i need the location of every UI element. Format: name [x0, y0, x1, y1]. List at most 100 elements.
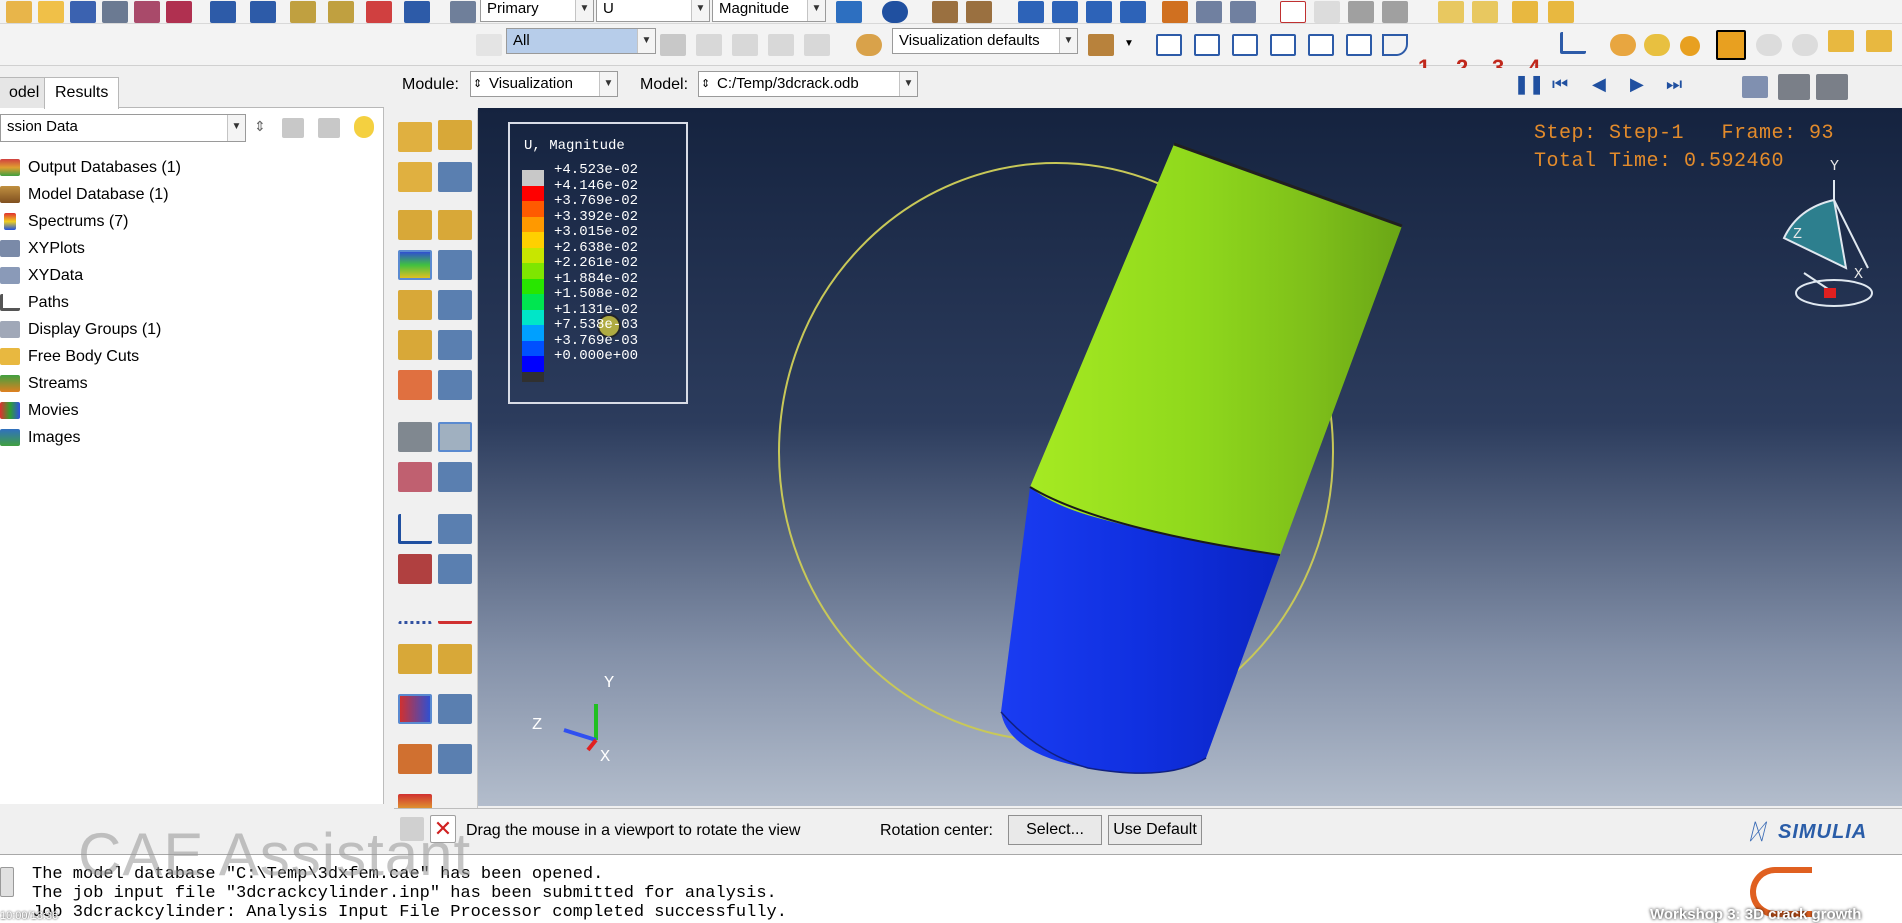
message-scroll-icon[interactable]: [0, 867, 14, 897]
tab-results[interactable]: Results: [44, 77, 120, 109]
replace-selection-icon[interactable]: [696, 34, 722, 56]
plot-both-icon[interactable]: [398, 162, 432, 192]
xy-manager-icon[interactable]: [438, 514, 472, 544]
box-view-icon[interactable]: [1438, 1, 1464, 23]
undo-icon[interactable]: [1756, 34, 1782, 56]
free-body-manager-icon[interactable]: [438, 744, 472, 774]
filter-tree-icon[interactable]: [318, 118, 340, 138]
material-orientation-icon[interactable]: [398, 330, 432, 360]
color-circle-icon[interactable]: [1680, 36, 1700, 56]
chevron-down-icon[interactable]: ▼: [807, 0, 825, 21]
view-top-icon[interactable]: [1270, 34, 1296, 56]
variable-combo[interactable]: U ▼: [596, 0, 710, 22]
chevron-down-icon[interactable]: ▼: [1124, 38, 1138, 52]
viewport-canvas[interactable]: [478, 108, 1902, 806]
chevron-down-icon[interactable]: ▼: [637, 29, 655, 53]
view-left-icon[interactable]: [1346, 34, 1372, 56]
last-frame-icon[interactable]: ⏭: [1666, 74, 1682, 95]
rotate-icon[interactable]: [250, 1, 276, 23]
report-options-icon[interactable]: [438, 554, 472, 584]
magnify-icon[interactable]: [290, 1, 316, 23]
new-icon[interactable]: [6, 1, 32, 23]
spinner-icon[interactable]: ⇕: [254, 118, 266, 135]
plot-contours-icon[interactable]: [398, 250, 432, 280]
query-2-icon[interactable]: [966, 1, 992, 23]
chevron-down-icon[interactable]: ▼: [599, 72, 617, 96]
layer-icon[interactable]: [1828, 30, 1854, 52]
viewport[interactable]: Z Y X Y Z X Step: Step-1 Frame: 93 Total…: [478, 108, 1902, 806]
box-selection-icon[interactable]: [732, 34, 758, 56]
box-view-4-icon[interactable]: [1548, 1, 1574, 23]
contour-options-icon[interactable]: [438, 250, 472, 280]
selection-options-icon[interactable]: [804, 34, 830, 56]
chevron-down-icon[interactable]: ▼: [227, 115, 245, 141]
display-group-manager-icon[interactable]: [438, 694, 472, 724]
contour-icon[interactable]: [398, 210, 432, 240]
pause-icon[interactable]: ❚❚: [1514, 74, 1544, 95]
plot-undeformed-icon[interactable]: [398, 122, 432, 152]
model-combo[interactable]: ⇕ C:/Temp/3dcrack.odb ▼: [698, 71, 918, 97]
auto-fit-icon[interactable]: [366, 1, 392, 23]
orientation-options-icon[interactable]: [438, 330, 472, 360]
triad-view-icon[interactable]: [1560, 32, 1586, 54]
view-bottom-icon[interactable]: [1308, 34, 1334, 56]
color-picker-icon[interactable]: [1716, 30, 1746, 60]
box-view-2-icon[interactable]: [1472, 1, 1498, 23]
boolean-intersect-icon[interactable]: [1644, 34, 1670, 56]
pointer-icon[interactable]: [1314, 1, 1340, 23]
view-right-icon[interactable]: [1382, 34, 1408, 56]
view-iso-icon[interactable]: [1156, 34, 1182, 56]
tab-model[interactable]: odel: [0, 77, 51, 108]
zoom-box-icon[interactable]: [328, 1, 354, 23]
grid-icon[interactable]: [1348, 1, 1374, 23]
cycle-icon[interactable]: [404, 1, 430, 23]
pan-icon[interactable]: [210, 1, 236, 23]
view-cut-icon[interactable]: [398, 644, 432, 674]
animate-time-icon[interactable]: [438, 422, 472, 452]
create-display-group-icon[interactable]: [398, 694, 432, 724]
visualization-defaults-combo[interactable]: Visualization defaults ▼: [892, 28, 1078, 54]
view-cut-2-icon[interactable]: [438, 644, 472, 674]
select-arrow-icon[interactable]: [476, 34, 502, 56]
info-icon[interactable]: [882, 1, 908, 23]
render-filled-icon[interactable]: [1086, 1, 1112, 23]
use-default-button[interactable]: Use Default: [1108, 815, 1202, 845]
database-2-icon[interactable]: [166, 1, 192, 23]
layer-2-icon[interactable]: [1866, 30, 1892, 52]
view-front-icon[interactable]: [1194, 34, 1220, 56]
animation-options-icon[interactable]: [1742, 76, 1768, 98]
chevron-down-icon[interactable]: ▼: [575, 0, 593, 21]
path-plot-icon[interactable]: [438, 594, 472, 624]
symbol-options-icon[interactable]: [438, 290, 472, 320]
primary-combo[interactable]: Primary ▼: [480, 0, 594, 22]
boolean-union-icon[interactable]: [1610, 34, 1636, 56]
field-output-icon[interactable]: [450, 1, 476, 23]
path-icon[interactable]: [398, 594, 432, 624]
redo-icon[interactable]: [1792, 34, 1818, 56]
box-view-3-icon[interactable]: [1512, 1, 1538, 23]
previous-frame-icon[interactable]: ◀: [1592, 74, 1606, 95]
tool-icon[interactable]: [1196, 1, 1222, 23]
chevron-down-icon[interactable]: ▼: [1059, 29, 1077, 53]
next-frame-icon[interactable]: ▶: [1630, 74, 1644, 95]
module-combo[interactable]: ⇕ Visualization ▼: [470, 71, 618, 97]
animate-harmonic-icon[interactable]: [398, 462, 432, 492]
selection-filter-combo[interactable]: All ▼: [506, 28, 656, 54]
animation-options-icon[interactable]: [438, 462, 472, 492]
render-wire-icon[interactable]: [1018, 1, 1044, 23]
contour-2-icon[interactable]: [438, 210, 472, 240]
chevron-down-icon[interactable]: ▼: [899, 72, 917, 96]
palette-icon[interactable]: [856, 34, 882, 56]
selection-filter-icon[interactable]: [768, 34, 794, 56]
select-button[interactable]: Select...: [1008, 815, 1102, 845]
view-back-icon[interactable]: [1232, 34, 1258, 56]
report-icon[interactable]: [398, 554, 432, 584]
contour-legend[interactable]: U, Magnitude +4.523e-02 +4.146e-02 +3.769e…: [508, 122, 688, 404]
chevron-down-icon[interactable]: ▼: [691, 0, 709, 21]
free-body-icon[interactable]: [398, 744, 432, 774]
arrow-tool-icon[interactable]: [1230, 1, 1256, 23]
create-xy-data-icon[interactable]: [398, 514, 432, 544]
camera-icon[interactable]: [1162, 1, 1188, 23]
save-icon[interactable]: [70, 1, 96, 23]
first-frame-icon[interactable]: ⏮: [1552, 74, 1568, 95]
